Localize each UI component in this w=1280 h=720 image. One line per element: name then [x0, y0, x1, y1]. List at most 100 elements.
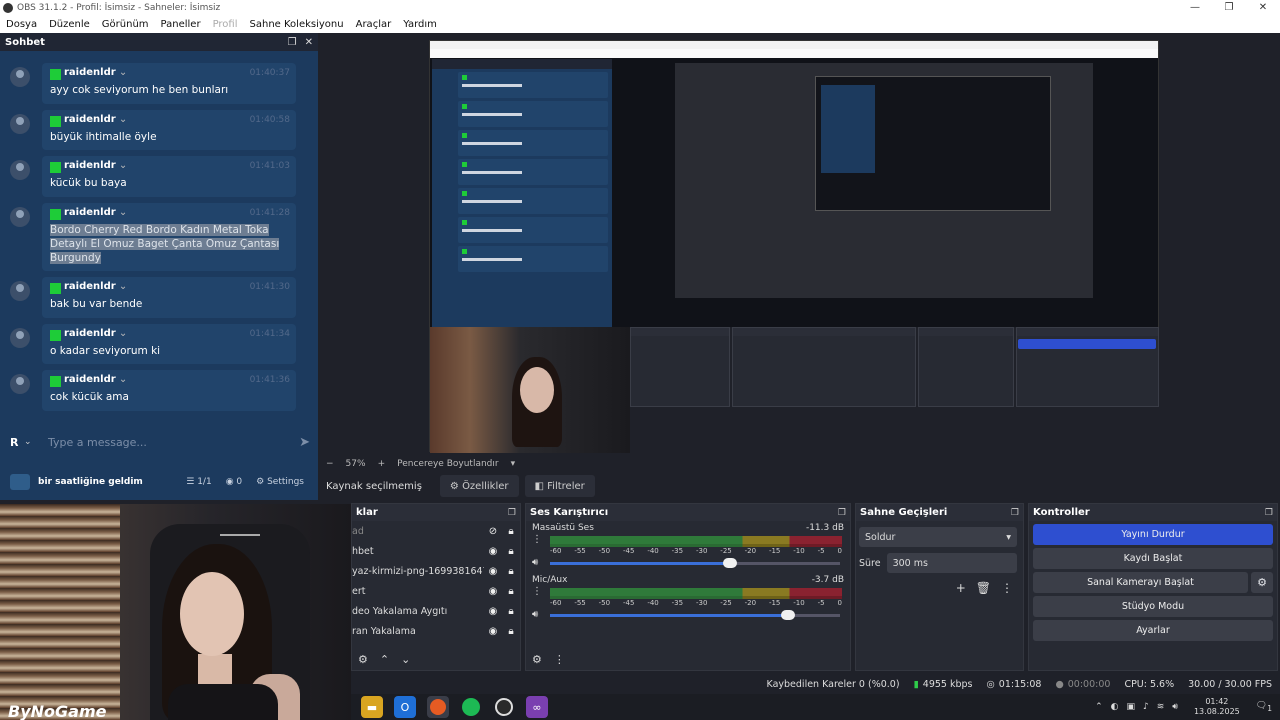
username[interactable]: raidenldr: [64, 281, 127, 292]
mixer-settings-icon[interactable]: ⚙: [532, 653, 542, 666]
channel-menu-icon[interactable]: ⋮: [532, 586, 542, 597]
avatar[interactable]: [10, 281, 30, 302]
move-up-icon[interactable]: ⌃: [380, 653, 389, 666]
filters-button[interactable]: ◧ Filtreler: [524, 475, 595, 497]
close-dock-icon[interactable]: ✕: [305, 37, 313, 48]
menu-profile[interactable]: Profil: [207, 19, 244, 30]
gear-icon[interactable]: ⚙: [1251, 572, 1273, 593]
spotify-icon[interactable]: [460, 696, 482, 718]
menu-file[interactable]: Dosya: [0, 19, 43, 30]
lock-icon[interactable]: 🔒︎: [502, 626, 520, 637]
avatar[interactable]: [10, 327, 30, 348]
fit-to-window-dropdown[interactable]: Pencereye Boyutlandır: [397, 459, 498, 469]
float-dock-icon[interactable]: ❐: [1265, 508, 1273, 518]
float-dock-icon[interactable]: ❐: [1011, 508, 1019, 518]
speaker-icon[interactable]: 🔊︎: [532, 557, 538, 568]
eye-icon[interactable]: ◉: [484, 586, 502, 597]
eye-icon[interactable]: ◉: [484, 546, 502, 557]
properties-button[interactable]: ⚙ Özellikler: [439, 475, 519, 497]
float-dock-icon[interactable]: ❐: [838, 508, 846, 518]
transition-select[interactable]: Soldur ▾: [859, 527, 1017, 547]
eye-icon[interactable]: ◉: [484, 606, 502, 617]
source-item[interactable]: hbet ◉ 🔒︎: [352, 541, 520, 561]
mixer-menu-icon[interactable]: ⋮: [554, 653, 565, 666]
menu-scene-collection[interactable]: Sahne Koleksiyonu: [244, 19, 350, 30]
source-item[interactable]: ad ⊘ 🔒︎: [352, 521, 520, 541]
volume-slider-knob[interactable]: [780, 610, 795, 620]
restore-button[interactable]: ❐: [1212, 2, 1246, 13]
chevron-down-icon[interactable]: ▾: [511, 459, 516, 469]
wifi-icon[interactable]: ≋: [1157, 702, 1165, 712]
obs-icon[interactable]: [493, 696, 515, 718]
lock-icon[interactable]: 🔒︎: [502, 526, 520, 537]
outlook-icon[interactable]: O: [394, 696, 416, 718]
app-icon[interactable]: ∞: [526, 696, 548, 718]
menu-edit[interactable]: Düzenle: [43, 19, 96, 30]
username[interactable]: raidenldr: [64, 207, 127, 218]
volume-icon[interactable]: ♪: [1143, 702, 1149, 712]
avatar[interactable]: [10, 374, 30, 395]
chevron-down-icon[interactable]: ⌄: [24, 437, 48, 447]
program-preview[interactable]: [429, 40, 1160, 453]
file-explorer-icon[interactable]: ▬: [361, 696, 383, 718]
stop-streaming-button[interactable]: Yayını Durdur: [1033, 524, 1273, 545]
add-icon[interactable]: +: [956, 581, 966, 595]
chat-settings-button[interactable]: ⚙ Settings: [256, 477, 304, 487]
start-recording-button[interactable]: Kaydı Başlat: [1033, 548, 1273, 569]
send-icon[interactable]: ➤: [299, 435, 310, 450]
avatar[interactable]: [10, 160, 30, 181]
trash-icon[interactable]: 🗑︎: [976, 581, 991, 595]
eye-icon[interactable]: ◉: [484, 626, 502, 637]
source-item[interactable]: ran Yakalama ◉ 🔒︎: [352, 621, 520, 641]
settings-button[interactable]: Ayarlar: [1033, 620, 1273, 641]
username[interactable]: raidenldr: [64, 114, 127, 125]
volume-slider[interactable]: [550, 558, 840, 568]
lock-icon[interactable]: 🔒︎: [502, 546, 520, 557]
more-icon[interactable]: ⋮: [1001, 581, 1013, 595]
float-dock-icon[interactable]: ❐: [288, 37, 297, 48]
minimize-button[interactable]: —: [1178, 2, 1212, 13]
move-down-icon[interactable]: ⌄: [401, 653, 410, 666]
firefox-icon[interactable]: [427, 696, 449, 718]
menu-view[interactable]: Görünüm: [96, 19, 155, 30]
channel-menu-icon[interactable]: ⋮: [532, 534, 542, 545]
lock-icon[interactable]: 🔒︎: [502, 606, 520, 617]
float-dock-icon[interactable]: ❐: [508, 508, 516, 518]
username[interactable]: raidenldr: [64, 160, 127, 171]
volume-slider[interactable]: [550, 610, 840, 620]
sources-list[interactable]: ad⊘🔒︎ hbet◉🔒︎ yaz-kirmizi-png-1699381647…: [352, 521, 520, 641]
start-virtual-camera-button[interactable]: Sanal Kamerayı Başlat: [1033, 572, 1248, 593]
username[interactable]: raidenldr: [64, 328, 127, 339]
lock-icon[interactable]: 🔒︎: [502, 586, 520, 597]
chat-avatar-initial[interactable]: R: [10, 436, 24, 449]
lock-icon[interactable]: 🔒︎: [502, 566, 520, 577]
queue-count[interactable]: ☰ 1/1: [186, 477, 211, 487]
source-item[interactable]: deo Yakalama Aygıtı ◉ 🔒︎: [352, 601, 520, 621]
username[interactable]: raidenldr: [64, 374, 127, 385]
zoom-out-button[interactable]: −: [326, 459, 334, 469]
chevron-up-icon[interactable]: ⌃: [1095, 702, 1103, 712]
close-window-button[interactable]: ✕: [1246, 2, 1280, 13]
chat-message-list[interactable]: raidenldr 01:40:37 ayy cok seviyorum he …: [0, 61, 310, 415]
zoom-in-button[interactable]: +: [378, 459, 386, 469]
menu-help[interactable]: Yardım: [397, 19, 443, 30]
message-input[interactable]: Type a message...: [48, 436, 299, 449]
menu-docks[interactable]: Paneller: [155, 19, 207, 30]
duration-input[interactable]: 300 ms: [886, 553, 1017, 573]
tray-app-icon[interactable]: ◐: [1111, 702, 1119, 712]
username[interactable]: raidenldr: [64, 67, 127, 78]
clock[interactable]: 01:42 13.08.2025: [1194, 697, 1240, 717]
avatar[interactable]: [10, 67, 30, 87]
speaker-icon[interactable]: 🔊︎: [1172, 702, 1178, 712]
notification-icon[interactable]: 🗨︎1: [1256, 701, 1272, 713]
source-settings-icon[interactable]: ⚙: [358, 653, 368, 666]
source-item[interactable]: yaz-kirmizi-png-1699381647670◉🔒︎: [352, 561, 520, 581]
avatar[interactable]: [10, 113, 30, 134]
source-item[interactable]: ert ◉ 🔒︎: [352, 581, 520, 601]
eye-icon[interactable]: ◉: [484, 566, 502, 577]
studio-mode-button[interactable]: Stüdyo Modu: [1033, 596, 1273, 617]
volume-slider-knob[interactable]: [722, 558, 737, 568]
avatar[interactable]: [10, 207, 30, 228]
speaker-icon[interactable]: 🔊︎: [532, 609, 538, 620]
tray-app-icon[interactable]: ▣: [1126, 702, 1135, 712]
